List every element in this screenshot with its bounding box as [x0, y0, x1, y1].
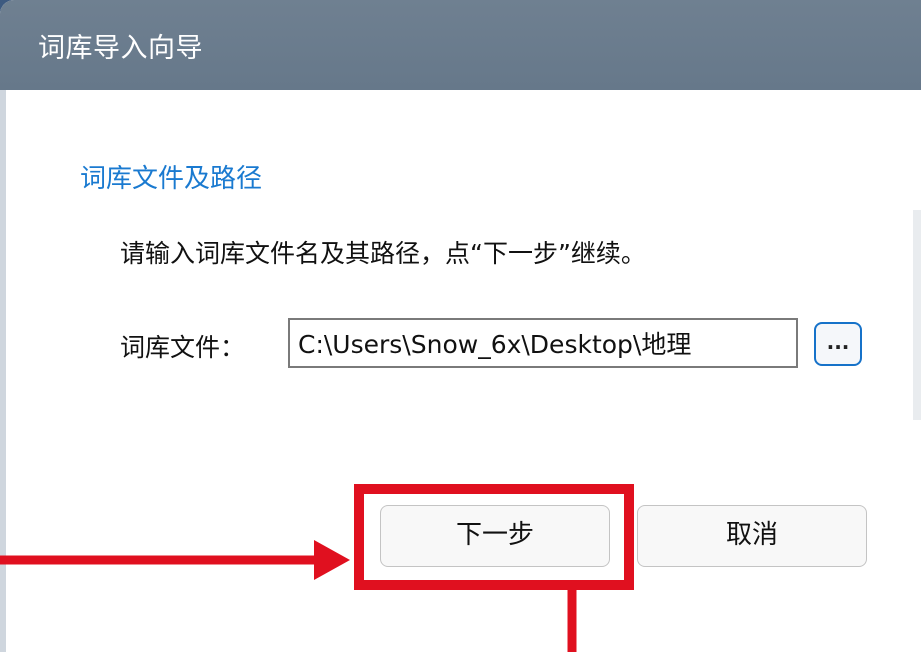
window-title: 词库导入向导: [38, 33, 203, 64]
next-button[interactable]: 下一步: [380, 505, 610, 567]
right-border: [913, 210, 921, 420]
cancel-button[interactable]: 取消: [637, 505, 867, 567]
import-wizard-window: 词库导入向导 词库文件及路径 请输入词库文件名及其路径，点“下一步”继续。 词库…: [0, 0, 921, 652]
instruction-text: 请输入词库文件名及其路径，点“下一步”继续。: [120, 239, 646, 268]
title-bar: 词库导入向导: [0, 0, 921, 90]
file-field-label: 词库文件：: [120, 333, 246, 362]
browse-button[interactable]: ...: [814, 322, 862, 366]
left-border: [0, 90, 6, 652]
file-path-input[interactable]: [288, 318, 798, 368]
section-title: 词库文件及路径: [80, 164, 263, 194]
